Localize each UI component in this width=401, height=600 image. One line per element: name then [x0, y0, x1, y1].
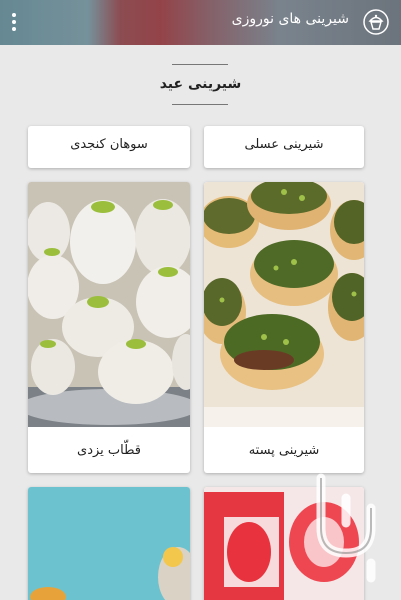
- app-bar: شیرینی های نوروزی: [0, 0, 401, 45]
- peste-image: [204, 182, 364, 427]
- section-title: شیرینی عید: [159, 76, 242, 92]
- row3-left-image: [28, 487, 190, 600]
- card-shirini-peste[interactable]: شیرینی پسته: [204, 182, 364, 473]
- overflow-menu-icon[interactable]: [8, 11, 20, 33]
- section-divider-top: [172, 64, 228, 65]
- ghottab-image: [28, 182, 190, 427]
- app-title: شیرینی های نوروزی: [231, 11, 349, 27]
- card-row3-left[interactable]: [28, 487, 190, 600]
- card-label: سوهان کنجدی: [70, 137, 148, 152]
- card-label: شیرینی پسته: [248, 443, 320, 458]
- card-label: شیرینی عسلی: [244, 137, 324, 152]
- card-sohan-konjedi[interactable]: سوهان کنجدی: [28, 126, 190, 168]
- cupcake-logo-icon: [363, 9, 389, 35]
- card-label: قطّاب یزدی: [77, 443, 141, 458]
- card-shirini-asali[interactable]: شیرینی عسلی: [204, 126, 364, 168]
- store-watermark-icon: [316, 473, 376, 583]
- section-divider-bottom: [172, 104, 228, 105]
- card-ghottab-yazdi[interactable]: قطّاب یزدی: [28, 182, 190, 473]
